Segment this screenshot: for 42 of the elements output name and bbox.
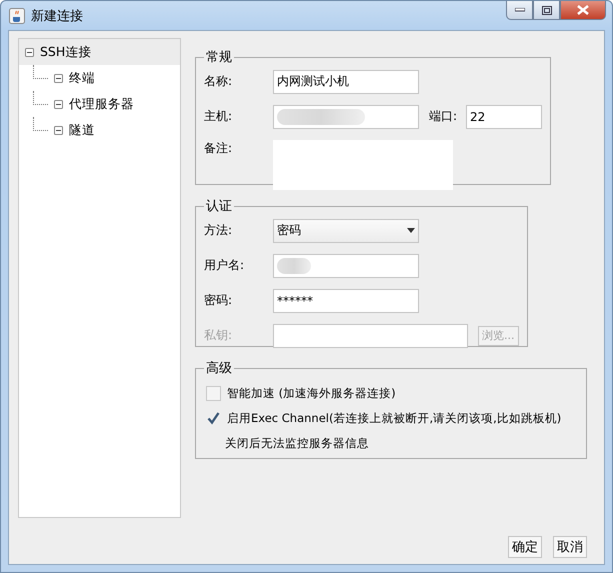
field-label: 私钥:	[204, 327, 234, 344]
maximize-icon	[542, 6, 552, 14]
field-label: 备注:	[204, 140, 234, 157]
maximize-button[interactable]	[533, 1, 560, 20]
input-field[interactable]	[273, 254, 419, 278]
checkbox-label: 启用Exec Channel(若连接上就被断开,请关闭该项,比如跳板机)	[227, 411, 562, 426]
field-label: 方法:	[204, 222, 234, 239]
hint-text: 关闭后无法监控服务器信息	[224, 434, 370, 452]
note-field[interactable]	[273, 140, 453, 190]
field-label: 主机:	[204, 108, 234, 125]
field-label: 密码:	[204, 292, 234, 309]
close-icon	[577, 5, 589, 15]
minimize-button[interactable]	[506, 1, 533, 20]
input-field[interactable]: ******	[273, 288, 419, 312]
tree-item[interactable]: 代理服务器	[19, 91, 180, 117]
minimize-icon	[514, 8, 524, 12]
input-field[interactable]	[273, 104, 419, 128]
ok-button[interactable]: 确定	[508, 536, 542, 558]
collapse-icon[interactable]	[54, 126, 63, 134]
input-field[interactable]: 内网测试小机	[273, 70, 419, 94]
dropdown[interactable]: 密码	[273, 218, 419, 242]
caret-icon	[407, 228, 415, 233]
checkbox-label: 智能加速 (加速海外服务器连接)	[227, 386, 396, 401]
field-label: 名称:	[204, 73, 234, 90]
tree-item[interactable]: SSH连接	[19, 39, 180, 65]
checkbox[interactable]	[206, 411, 221, 426]
window-title: 新建连接	[31, 8, 84, 24]
group-title: 认证	[205, 198, 233, 215]
input-field[interactable]: 22	[466, 104, 542, 128]
collapse-icon[interactable]	[25, 48, 34, 56]
cup-icon	[9, 8, 25, 24]
field-label: 端口:	[429, 108, 458, 125]
tree-item[interactable]: 终端	[19, 65, 180, 91]
redaction-mark	[277, 258, 311, 274]
collapse-icon[interactable]	[54, 100, 63, 108]
collapse-icon[interactable]	[54, 74, 63, 82]
tree-item[interactable]: 隧道	[19, 117, 180, 143]
cancel-button[interactable]: 取消	[553, 536, 587, 558]
group-title: 高级	[205, 360, 233, 377]
close-button[interactable]	[560, 1, 606, 20]
field-label: 用户名:	[204, 257, 246, 274]
group-title: 常规	[205, 49, 233, 66]
